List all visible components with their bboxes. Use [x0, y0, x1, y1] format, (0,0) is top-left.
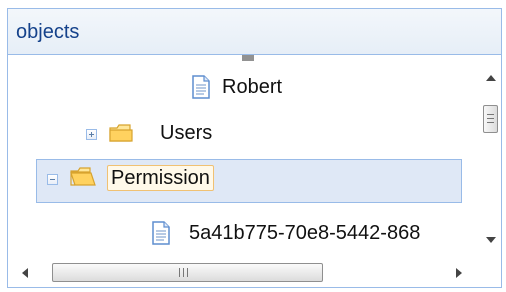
horizontal-scrollbar[interactable] — [8, 259, 478, 287]
document-icon — [192, 75, 210, 104]
scroll-right-arrow-icon[interactable] — [456, 268, 462, 278]
scrollbar-corner — [478, 259, 501, 287]
tree-row-uuid[interactable]: 5a41b775-70e8-5442-868 — [148, 221, 478, 259]
tree-item-label: Permission — [107, 165, 214, 191]
objects-panel: objects Robert Users Permission 5a41b775… — [7, 8, 502, 288]
grip-line-icon — [487, 114, 494, 115]
panel-title: objects — [16, 21, 80, 43]
expand-plus-icon[interactable] — [86, 129, 97, 140]
grip-line-icon — [183, 268, 184, 277]
document-icon — [152, 221, 170, 250]
folder-open-icon — [70, 167, 96, 192]
scroll-down-arrow-icon[interactable] — [486, 237, 496, 243]
grip-line-icon — [487, 122, 494, 123]
tree-row-users[interactable]: Users — [78, 121, 248, 161]
folder-icon — [109, 123, 133, 148]
horizontal-scroll-thumb[interactable] — [52, 263, 323, 282]
panel-header: objects — [8, 9, 501, 55]
tree-row-robert[interactable]: Robert — [188, 75, 318, 115]
tree-connector-line — [242, 55, 254, 61]
scroll-left-arrow-icon[interactable] — [22, 268, 28, 278]
grip-line-icon — [187, 268, 188, 277]
grip-line-icon — [179, 268, 180, 277]
grip-line-icon — [487, 118, 494, 119]
tree-item-label: 5a41b775-70e8-5442-868 — [189, 222, 421, 244]
tree-row-permission[interactable]: Permission — [36, 159, 462, 203]
tree-item-label: Users — [160, 122, 213, 144]
tree-item-label: Robert — [222, 76, 283, 98]
vertical-scrollbar[interactable] — [478, 55, 501, 259]
vertical-scroll-thumb[interactable] — [483, 105, 498, 133]
collapse-minus-icon[interactable] — [47, 174, 58, 185]
scroll-up-arrow-icon[interactable] — [486, 75, 496, 81]
tree-view[interactable]: Robert Users Permission 5a41b775-70e8-54… — [8, 55, 501, 259]
